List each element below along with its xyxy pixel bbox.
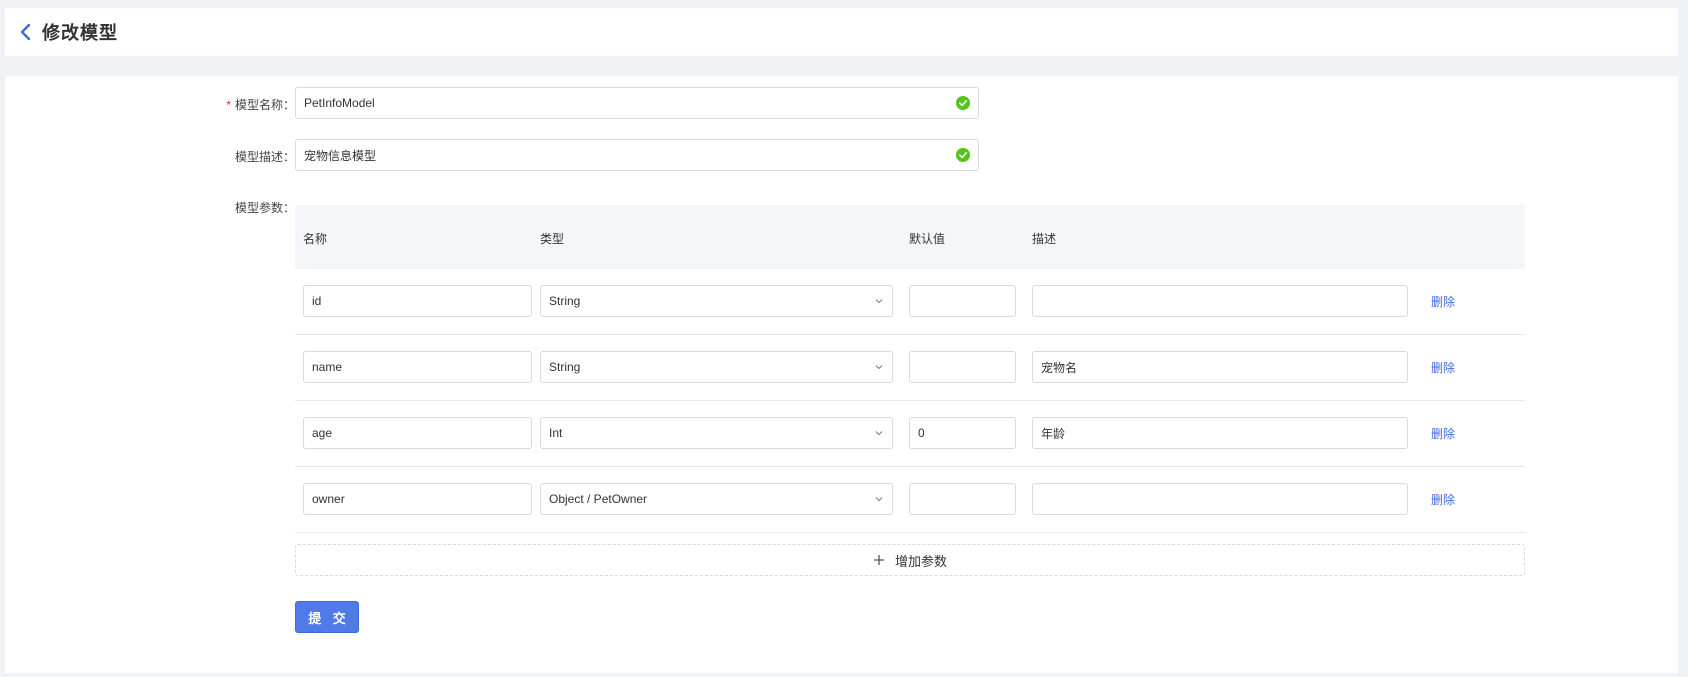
plus-icon [873, 555, 884, 565]
param-desc-input[interactable] [1033, 418, 1407, 448]
delete-param-link[interactable]: 删除 [1431, 359, 1455, 376]
column-header-type: 类型 [540, 232, 565, 246]
page-header: 修改模型 [5, 8, 1678, 56]
param-name-field[interactable] [303, 483, 532, 515]
model-desc-field[interactable] [295, 139, 979, 171]
add-param-button[interactable]: 增加参数 [295, 544, 1525, 576]
chevron-down-icon [875, 431, 883, 436]
page-title: 修改模型 [42, 23, 118, 43]
model-desc-label: 模型描述： [234, 150, 295, 164]
model-params-label: 模型参数： [234, 201, 295, 215]
table-row: Object / PetOwner 删除 [295, 467, 1525, 533]
model-name-input[interactable] [296, 88, 956, 118]
delete-param-link[interactable]: 删除 [1431, 425, 1455, 442]
param-name-input[interactable] [304, 286, 531, 316]
table-row: String 删除 [295, 269, 1525, 335]
column-header-desc: 描述 [1032, 232, 1057, 246]
chevron-down-icon [875, 497, 883, 502]
param-name-field[interactable] [303, 417, 532, 449]
model-name-field[interactable] [295, 87, 979, 119]
table-row: String 删除 [295, 335, 1525, 401]
column-header-default: 默认值 [909, 232, 946, 246]
param-name-input[interactable] [304, 352, 531, 382]
chevron-down-icon [875, 299, 883, 304]
param-default-field[interactable] [909, 483, 1016, 515]
required-mark: * [226, 98, 231, 112]
param-type-select[interactable]: String [540, 285, 893, 317]
table-header: 名称 类型 默认值 描述 [295, 205, 1525, 269]
delete-param-link[interactable]: 删除 [1431, 293, 1455, 310]
check-circle-icon [956, 148, 970, 162]
param-desc-field[interactable] [1032, 285, 1408, 317]
delete-param-link[interactable]: 删除 [1431, 491, 1455, 508]
check-circle-icon [956, 96, 970, 110]
param-default-field[interactable] [909, 417, 1016, 449]
param-type-select[interactable]: String [540, 351, 893, 383]
param-desc-input[interactable] [1033, 286, 1407, 316]
column-header-name: 名称 [303, 232, 328, 246]
submit-button[interactable]: 提 交 [295, 601, 359, 633]
add-param-label: 增加参数 [894, 553, 947, 569]
param-default-field[interactable] [909, 285, 1016, 317]
param-name-input[interactable] [304, 484, 531, 514]
param-name-field[interactable] [303, 351, 532, 383]
model-desc-input[interactable] [296, 140, 956, 170]
chevron-down-icon [875, 365, 883, 370]
param-default-input[interactable] [910, 418, 1015, 448]
params-table: 名称 类型 默认值 描述 String 删除 String 删除 [295, 205, 1525, 533]
param-default-input[interactable] [910, 286, 1015, 316]
back-arrow-icon[interactable] [19, 22, 33, 42]
form-card: *模型名称： 模型描述： 模型参数： 名称 类型 默认值 描述 String [5, 76, 1678, 673]
param-desc-field[interactable] [1032, 351, 1408, 383]
param-name-field[interactable] [303, 285, 532, 317]
param-type-select[interactable]: Int [540, 417, 893, 449]
param-name-input[interactable] [304, 418, 531, 448]
param-type-select[interactable]: Object / PetOwner [540, 483, 893, 515]
model-name-label: * 模型名称： [226, 98, 295, 112]
param-desc-input[interactable] [1033, 484, 1407, 514]
param-default-field[interactable] [909, 351, 1016, 383]
table-row: Int 删除 [295, 401, 1525, 467]
param-default-input[interactable] [910, 352, 1015, 382]
param-desc-field[interactable] [1032, 417, 1408, 449]
param-default-input[interactable] [910, 484, 1015, 514]
param-desc-field[interactable] [1032, 483, 1408, 515]
param-desc-input[interactable] [1033, 352, 1407, 382]
